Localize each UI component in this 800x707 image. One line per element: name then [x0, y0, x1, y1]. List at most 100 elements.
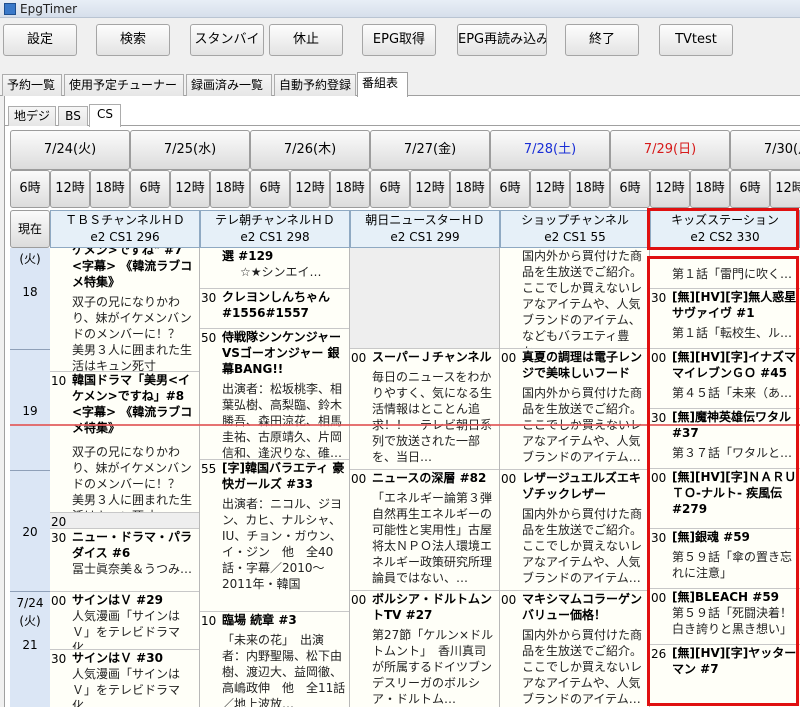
tab-reservation-list[interactable]: 予約一覧 — [2, 74, 62, 96]
program-title: [無][HV][字]無人惑星サヴァイヴ #1 — [672, 290, 797, 320]
channel-header[interactable]: ショップチャンネル e2 CS1 55 — [500, 210, 650, 248]
program-title: 韓国ドラマ「美男<イケメン>ですね」#8 <字幕> 《韓流ラブコメ特集》 — [72, 373, 197, 435]
hibernate-button[interactable]: 休止 — [269, 24, 343, 56]
program-cell[interactable]: 30 クレヨンしんちゃん #1556#1557 — [200, 288, 349, 328]
program-desc: 出演者：松坂桃李、相葉弘樹、高梨臨、鈴木勝吾、森田涼花、相馬圭祐、古原靖久、片岡… — [222, 382, 343, 459]
program-cell[interactable]: 00 [無][HV][字]ＮＡＲＵＴＯ-ナルト- 疾風伝 #279 — [650, 468, 800, 528]
program-cell[interactable]: 00 マキシマムコラーゲンバリュー価格！ 国内外から買付けた商品を生放送でご紹介… — [500, 590, 649, 707]
program-cell[interactable]: 00 ボルシア・ドルトムントTV #27 第27節「ケルン×ドルトムント」 香川… — [350, 590, 499, 707]
now-button[interactable]: 現在 — [10, 210, 50, 248]
hour-button[interactable]: 18時 — [570, 170, 610, 208]
hour-button[interactable]: 6時 — [730, 170, 770, 208]
date-button[interactable]: 7/26(木) — [250, 130, 370, 170]
time-block: 20 — [10, 470, 50, 591]
program-cell[interactable]: 55 [字]韓国バラエティ 豪快ガールズ #33 出演者：ニコル、ジヨン、カヒ、… — [200, 459, 349, 611]
program-minute: 00 — [651, 471, 667, 485]
program-desc: 冨士眞奈美＆うつみ… — [72, 562, 193, 576]
hour-button[interactable]: 6時 — [10, 170, 50, 208]
epg-reload-button[interactable]: EPG再読み込み — [457, 24, 547, 56]
date-button[interactable]: 7/30(月) — [730, 130, 800, 170]
program-cell[interactable]: 第１話「雷門に吹く… — [650, 248, 800, 288]
channel-header[interactable]: キッズステーション e2 CS2 330 — [650, 210, 800, 248]
date-button[interactable]: 7/28(土) — [490, 130, 610, 170]
program-desc: 国内外から買付けた商品を生放送でご紹介。ここでしか買えないレアなアイテムや、人気… — [522, 628, 643, 706]
hour-button[interactable]: 6時 — [490, 170, 530, 208]
program-cell[interactable]: 10 韓国ドラマ「美男<イケメン>ですね」#8 <字幕> 《韓流ラブコメ特集》 … — [50, 371, 199, 512]
program-title: [無][HV][字]ＮＡＲＵＴＯ-ナルト- 疾風伝 #279 — [672, 470, 797, 516]
hour-button[interactable]: 12時 — [290, 170, 330, 208]
program-minute: 10 — [201, 614, 217, 628]
settings-button[interactable]: 設定 — [3, 24, 77, 56]
hour-button[interactable]: 12時 — [170, 170, 210, 208]
standby-button[interactable]: スタンバイ — [190, 24, 264, 56]
program-cell[interactable]: 30 [無][HV][字]無人惑星サヴァイヴ #1 第１話「転校生、ル… — [650, 288, 800, 348]
program-cell[interactable]: 00 スーパーＪチャンネル 毎日のニュースをわかりやすく、気になる生活情報はとこ… — [350, 348, 499, 469]
app-icon — [4, 3, 16, 15]
epg-fetch-button[interactable]: EPG取得 — [362, 24, 436, 56]
hour-button[interactable]: 18時 — [690, 170, 730, 208]
program-cell[interactable]: 00 レザージュエルズエキゾチックレザー 国内外から買付けた商品を生放送でご紹介… — [500, 469, 649, 590]
program-cell[interactable]: 20 — [50, 512, 199, 528]
hour-button[interactable]: 6時 — [130, 170, 170, 208]
hour-button[interactable]: 6時 — [610, 170, 650, 208]
time-block-day: 7/24 (火) — [16, 596, 44, 628]
program-cell[interactable]: 選 #129 ☆★シンエイ… — [200, 248, 349, 288]
program-cell[interactable]: 国内外から買付けた商品を生放送でご紹介。ここでしか買えないレアなアイテムや、人気… — [500, 248, 649, 348]
program-cell[interactable]: 00 [無]BLEACH #59 第５９話「死闘決着！白き誇りと黒き想い」 — [650, 588, 800, 644]
channel-header[interactable]: 朝日ニュースターＨＤ e2 CS1 299 — [350, 210, 500, 248]
program-title: ボルシア・ドルトムントTV #27 — [372, 592, 493, 622]
program-cell[interactable]: 30 ニュー・ドラマ・パラダイス #6 冨士眞奈美＆うつみ… — [50, 528, 199, 591]
tvtest-button[interactable]: TVtest — [659, 24, 733, 56]
hour-button[interactable]: 18時 — [210, 170, 250, 208]
program-minute: 30 — [651, 531, 667, 545]
tab-terrestrial[interactable]: 地デジ — [8, 106, 56, 126]
hour-button[interactable]: 6時 — [250, 170, 290, 208]
exit-button[interactable]: 終了 — [565, 24, 639, 56]
tab-bs[interactable]: BS — [58, 106, 88, 126]
date-header: 7/24(火) 7/25(水) 7/26(木) 7/27(金) 7/28(土) … — [10, 130, 800, 170]
program-cell[interactable]: 30 [無]銀魂 #59 第５９話「傘の置き忘れに注意」 — [650, 528, 800, 588]
hour-button[interactable]: 12時 — [50, 170, 90, 208]
program-cell[interactable]: 50 侍戦隊シンケンジャーVSゴーオンジャー 銀幕BANG!! 出演者：松坂桃李… — [200, 328, 349, 459]
program-cell[interactable]: 26 [無][HV][字]ヤッターマン #7 — [650, 644, 800, 707]
program-cell[interactable]: ケメン>ですね" #7 <字幕> 《韓流ラブコメ特集》 双子の兄になりかわり、妹… — [50, 248, 199, 371]
program-cell[interactable]: 00 [無][HV][字]イナズママイレブンＧＯ #45 第４５話「未来（あ… — [650, 348, 800, 408]
hour-header: 6時 12時 18時 6時 12時 18時 6時 12時 18時 6時 12時 … — [10, 170, 800, 208]
program-cell[interactable]: 10 臨場 続章 #3 「未来の花」 出演者：内野聖陽、松下由樹、渡辺大、益岡徹… — [200, 611, 349, 707]
hour-button[interactable]: 18時 — [90, 170, 130, 208]
time-block-hour: 19 — [22, 404, 38, 418]
hour-button[interactable]: 18時 — [450, 170, 490, 208]
tab-program-guide[interactable]: 番組表 — [357, 72, 408, 97]
tab-auto-reservation[interactable]: 自動予約登録 — [274, 74, 356, 96]
channel-header[interactable]: テレ朝チャンネルＨＤ e2 CS1 298 — [200, 210, 350, 248]
channel-name: キッズステーション — [671, 213, 779, 227]
program-cell[interactable]: 00 ニュースの深層 #82 「エネルギー論第３弾 自然再生エネルギーの可能性と… — [350, 469, 499, 590]
channel-header[interactable]: ＴＢＳチャンネルＨＤ e2 CS1 296 — [50, 210, 200, 248]
date-button[interactable]: 7/29(日) — [610, 130, 730, 170]
hour-button[interactable]: 6時 — [370, 170, 410, 208]
main-tab-strip: 予約一覧 使用予定チューナー 録画済み一覧 自動予約登録 番組表 — [0, 72, 800, 97]
date-button[interactable]: 7/24(火) — [10, 130, 130, 170]
program-cell[interactable] — [350, 248, 499, 348]
hour-button[interactable]: 12時 — [650, 170, 690, 208]
program-cell[interactable]: 00 真夏の調理は電子レンジで美味しいフード 国内外から買付けた商品を生放送でご… — [500, 348, 649, 469]
time-block: 19 — [10, 349, 50, 470]
program-cell[interactable]: 00 サインはＶ #29 人気漫画「サインはＶ」をテレビドラマ化… — [50, 591, 199, 649]
hour-button[interactable]: 12時 — [410, 170, 450, 208]
program-cell[interactable]: 30 [無]魔神英雄伝ワタル #37 第３７話「ワタルと… — [650, 408, 800, 468]
program-desc: 第４５話「未来（あ… — [672, 386, 793, 400]
channel-column: 選 #129 ☆★シンエイ… 30 クレヨンしんちゃん #1556#1557 5… — [200, 248, 350, 707]
search-button[interactable]: 検索 — [96, 24, 170, 56]
program-cell[interactable]: 30 サインはＶ #30 人気漫画「サインはＶ」をテレビドラマ化… — [50, 649, 199, 707]
program-minute: 30 — [51, 652, 67, 666]
tab-tuner-schedule[interactable]: 使用予定チューナー — [64, 74, 184, 96]
program-minute: 00 — [501, 472, 517, 486]
tab-cs[interactable]: CS — [89, 104, 121, 127]
hour-button[interactable]: 18時 — [330, 170, 370, 208]
hour-button[interactable]: 12時 — [770, 170, 800, 208]
hour-button[interactable]: 12時 — [530, 170, 570, 208]
tab-recorded-list[interactable]: 録画済み一覧 — [186, 74, 272, 96]
program-desc: 第１話「転校生、ル… — [672, 326, 793, 340]
date-button[interactable]: 7/25(水) — [130, 130, 250, 170]
date-button[interactable]: 7/27(金) — [370, 130, 490, 170]
